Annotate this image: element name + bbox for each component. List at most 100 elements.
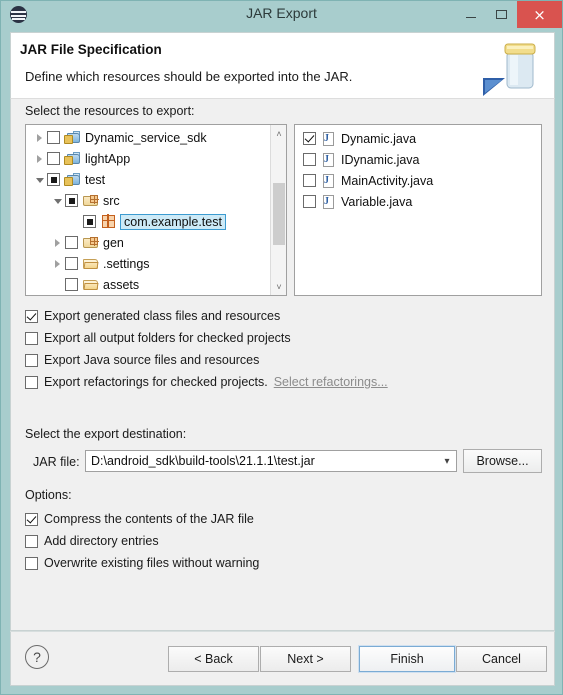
export-option-label: Export refactorings for checked projects… xyxy=(44,375,268,389)
jar-option-row[interactable]: Overwrite existing files without warning xyxy=(25,554,259,572)
jar-option-checkbox[interactable] xyxy=(25,556,38,570)
tree-checkbox[interactable] xyxy=(47,131,60,144)
tree-row[interactable]: src xyxy=(26,190,286,211)
export-option-checkbox[interactable] xyxy=(25,331,38,345)
tree-row[interactable]: assets xyxy=(26,274,286,295)
tree-row-label: gen xyxy=(103,235,124,250)
export-option-row[interactable]: Export refactorings for checked projects… xyxy=(25,373,388,391)
tree-checkbox[interactable] xyxy=(65,194,78,207)
scroll-down-icon[interactable]: ˅ xyxy=(271,278,286,295)
back-button[interactable]: < Back xyxy=(168,646,259,672)
minimize-button[interactable] xyxy=(455,1,486,28)
jar-file-combo[interactable]: D:\android_sdk\build-tools\21.1.1\test.j… xyxy=(85,450,457,472)
file-list-item[interactable]: J IDynamic.java xyxy=(295,149,541,170)
resource-tree-scrollbar[interactable]: ˄ ˅ xyxy=(270,125,286,295)
export-option-checkbox[interactable] xyxy=(25,309,38,323)
chevron-right-icon[interactable] xyxy=(50,232,65,253)
help-icon[interactable]: ? xyxy=(25,645,49,669)
tree-row[interactable]: Dynamic_service_sdk xyxy=(26,127,286,148)
tree-checkbox[interactable] xyxy=(47,173,60,186)
jar-file-label: JAR file: xyxy=(33,455,80,469)
java-file-icon: J xyxy=(320,152,337,168)
tree-row-label: com.example.test xyxy=(120,213,226,230)
jar-option-row[interactable]: Add directory entries xyxy=(25,532,159,550)
android-project-icon xyxy=(64,172,81,188)
jar-option-row[interactable]: Compress the contents of the JAR file xyxy=(25,510,254,528)
file-list-item[interactable]: J MainActivity.java xyxy=(295,170,541,191)
page-title: JAR File Specification xyxy=(20,42,162,57)
select-refactorings-link[interactable]: Select refactorings... xyxy=(274,375,388,389)
chevron-down-icon[interactable] xyxy=(32,169,47,190)
tree-row[interactable]: .settings xyxy=(26,253,286,274)
folder-icon xyxy=(82,256,99,272)
scroll-up-icon[interactable]: ˄ xyxy=(271,125,286,142)
export-option-row[interactable]: Export all output folders for checked pr… xyxy=(25,329,291,347)
resource-file-list[interactable]: J Dynamic.java J IDynamic.java J MainActivity… xyxy=(294,124,542,296)
destination-label: Select the export destination: xyxy=(25,427,187,441)
title-bar: JAR Export × xyxy=(1,1,562,28)
file-list-item[interactable]: J Dynamic.java xyxy=(295,128,541,149)
next-button[interactable]: Next > xyxy=(260,646,351,672)
tree-row-label: src xyxy=(103,193,120,208)
tree-row[interactable]: gen xyxy=(26,232,286,253)
cancel-button[interactable]: Cancel xyxy=(456,646,547,672)
package-icon xyxy=(100,214,117,230)
window-controls: × xyxy=(455,1,562,28)
file-list-item-label: IDynamic.java xyxy=(341,152,420,167)
tree-checkbox[interactable] xyxy=(65,278,78,291)
jar-file-input[interactable]: D:\android_sdk\build-tools\21.1.1\test.j… xyxy=(86,454,438,468)
file-checkbox[interactable] xyxy=(303,195,316,208)
jar-option-label: Overwrite existing files without warning xyxy=(44,556,260,570)
resources-label: Select the resources to export: xyxy=(25,104,195,118)
maximize-button[interactable] xyxy=(486,1,517,28)
java-file-icon: J xyxy=(320,131,337,147)
jar-option-label: Compress the contents of the JAR file xyxy=(44,512,254,526)
export-option-checkbox[interactable] xyxy=(25,375,38,389)
tree-row-label: .settings xyxy=(103,256,150,271)
scrollbar-thumb[interactable] xyxy=(273,183,285,245)
dialog-body: Select the resources to export: Dynamic_… xyxy=(10,98,555,631)
page-subtitle: Define which resources should be exporte… xyxy=(25,69,353,84)
export-option-row[interactable]: Export generated class files and resourc… xyxy=(25,307,280,325)
tree-row-label: lightApp xyxy=(85,151,131,166)
chevron-right-icon[interactable] xyxy=(32,148,47,169)
jar-export-banner-icon xyxy=(483,43,536,96)
browse-button[interactable]: Browse... xyxy=(463,449,542,473)
chevron-down-icon[interactable] xyxy=(50,190,65,211)
source-folder-icon xyxy=(82,193,99,209)
maximize-icon xyxy=(496,10,507,19)
android-project-icon xyxy=(64,151,81,167)
tree-checkbox[interactable] xyxy=(65,257,78,270)
android-project-icon xyxy=(64,130,81,146)
file-list-item[interactable]: J Variable.java xyxy=(295,191,541,212)
chevron-right-icon[interactable] xyxy=(50,253,65,274)
file-checkbox[interactable] xyxy=(303,174,316,187)
jar-option-checkbox[interactable] xyxy=(25,534,38,548)
chevron-right-icon[interactable] xyxy=(32,127,47,148)
jar-option-checkbox[interactable] xyxy=(25,512,38,526)
tree-row[interactable]: com.example.test xyxy=(26,211,286,232)
tree-checkbox[interactable] xyxy=(65,236,78,249)
tree-row[interactable]: lightApp xyxy=(26,148,286,169)
tree-checkbox[interactable] xyxy=(47,152,60,165)
close-button[interactable]: × xyxy=(517,1,562,28)
tree-row-label: test xyxy=(85,172,106,187)
chevron-down-icon[interactable]: ▾ xyxy=(438,451,456,471)
file-checkbox[interactable] xyxy=(303,132,316,145)
resource-tree[interactable]: Dynamic_service_sdk lightApp test src com.ex… xyxy=(25,124,287,296)
tree-checkbox[interactable] xyxy=(83,215,96,228)
wizard-header: JAR File Specification Define which reso… xyxy=(10,32,555,98)
java-file-icon: J xyxy=(320,173,337,189)
dialog-footer: ? < Back Next > Finish Cancel xyxy=(10,632,555,686)
finish-button[interactable]: Finish xyxy=(358,645,456,673)
export-option-label: Export Java source files and resources xyxy=(44,353,260,367)
tree-row-label: Dynamic_service_sdk xyxy=(85,130,207,145)
tree-row-label: assets xyxy=(103,277,140,292)
tree-row[interactable]: test xyxy=(26,169,286,190)
file-list-item-label: Dynamic.java xyxy=(341,131,417,146)
export-option-checkbox[interactable] xyxy=(25,353,38,367)
export-option-row[interactable]: Export Java source files and resources xyxy=(25,351,259,369)
file-checkbox[interactable] xyxy=(303,153,316,166)
